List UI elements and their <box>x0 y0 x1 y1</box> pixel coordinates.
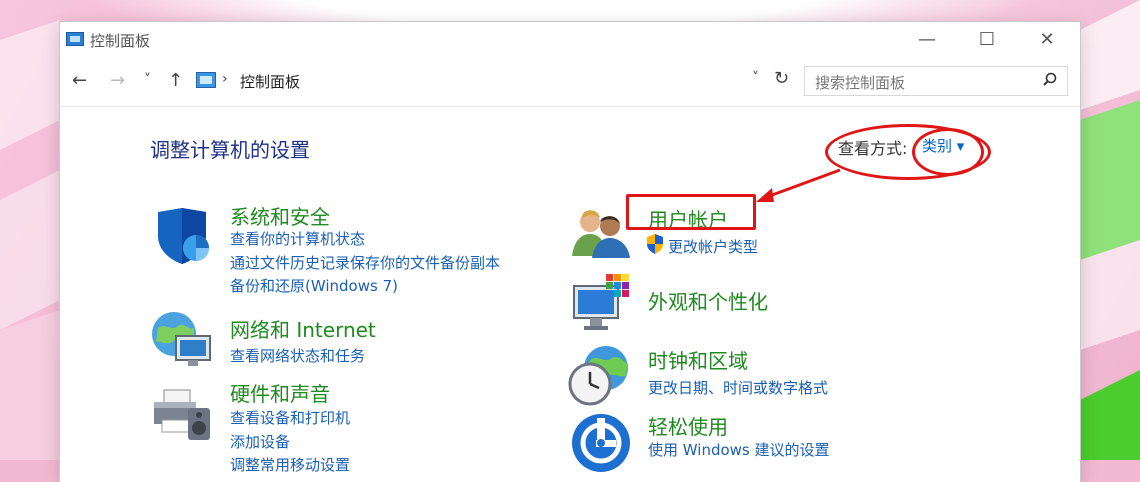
link-add-device[interactable]: 添加设备 <box>230 431 290 452</box>
category-network-internet[interactable]: 网络和 Internet <box>230 314 376 343</box>
annotation-oval-inner <box>912 128 984 176</box>
printer-speaker-icon[interactable] <box>152 384 214 448</box>
users-icon[interactable] <box>572 208 630 262</box>
control-panel-icon <box>196 72 216 88</box>
breadcrumb-control-panel[interactable]: 控制面板 <box>240 71 300 92</box>
close-button[interactable]: ✕ <box>1024 28 1070 52</box>
address-dropdown-button[interactable]: ˅ <box>752 70 759 86</box>
search-box[interactable]: 搜索控制面板 <box>804 66 1068 96</box>
page-title: 调整计算机的设置 <box>150 138 310 162</box>
address-bar[interactable]: › 控制面板 ˅ ↻ <box>192 66 798 96</box>
navigation-bar: ← → ˅ ↑ › 控制面板 ˅ ↻ 搜索控制面板 <box>60 62 1080 100</box>
refresh-button[interactable]: ↻ <box>774 68 789 89</box>
category-ease-of-access[interactable]: 轻松使用 <box>648 411 728 440</box>
category-system-security[interactable]: 系统和安全 <box>230 201 330 230</box>
link-windows-recommended-settings[interactable]: 使用 Windows 建议的设置 <box>648 439 830 460</box>
link-view-computer-status[interactable]: 查看你的计算机状态 <box>230 228 365 249</box>
forward-button[interactable]: → <box>110 70 125 91</box>
link-change-date-time-format[interactable]: 更改日期、时间或数字格式 <box>648 377 828 398</box>
link-devices-printers[interactable]: 查看设备和打印机 <box>230 407 350 428</box>
link-mobility-settings[interactable]: 调整常用移动设置 <box>230 454 350 475</box>
category-clock-region[interactable]: 时钟和区域 <box>648 345 748 374</box>
category-hardware-sound[interactable]: 硬件和声音 <box>230 378 330 407</box>
control-panel-window: 控制面板 — ☐ ✕ ← → ˅ ↑ › 控制面板 ˅ ↻ 搜索控制面板 调整计… <box>60 22 1080 482</box>
up-button[interactable]: ↑ <box>168 70 183 91</box>
link-network-status-tasks[interactable]: 查看网络状态和任务 <box>230 345 365 366</box>
ease-of-access-icon[interactable] <box>570 412 632 478</box>
toolbar-divider <box>60 106 1080 107</box>
link-file-history-backup[interactable]: 通过文件历史记录保存你的文件备份副本 <box>230 252 500 273</box>
shield-icon[interactable] <box>152 206 212 270</box>
network-globe-icon[interactable] <box>150 310 214 374</box>
recent-locations-button[interactable]: ˅ <box>144 72 151 88</box>
annotation-arrow-icon <box>756 168 841 202</box>
maximize-button[interactable]: ☐ <box>964 28 1010 52</box>
clock-globe-icon[interactable] <box>568 344 632 412</box>
window-title: 控制面板 <box>90 32 151 50</box>
breadcrumb-chevron-icon[interactable]: › <box>222 71 228 87</box>
link-backup-restore[interactable]: 备份和还原(Windows 7) <box>230 275 398 296</box>
back-button[interactable]: ← <box>72 70 87 91</box>
title-bar: 控制面板 — ☐ ✕ <box>60 22 1080 58</box>
annotation-rectangle <box>626 194 756 230</box>
link-change-account-type[interactable]: 更改帐户类型 <box>668 236 758 257</box>
category-appearance-personalization[interactable]: 外观和个性化 <box>648 286 768 315</box>
monitor-palette-icon[interactable] <box>572 272 634 338</box>
uac-shield-icon <box>647 234 663 254</box>
minimize-button[interactable]: — <box>904 28 950 52</box>
search-icon[interactable] <box>1043 72 1057 86</box>
search-input[interactable]: 搜索控制面板 <box>815 72 905 93</box>
control-panel-icon <box>66 32 84 46</box>
